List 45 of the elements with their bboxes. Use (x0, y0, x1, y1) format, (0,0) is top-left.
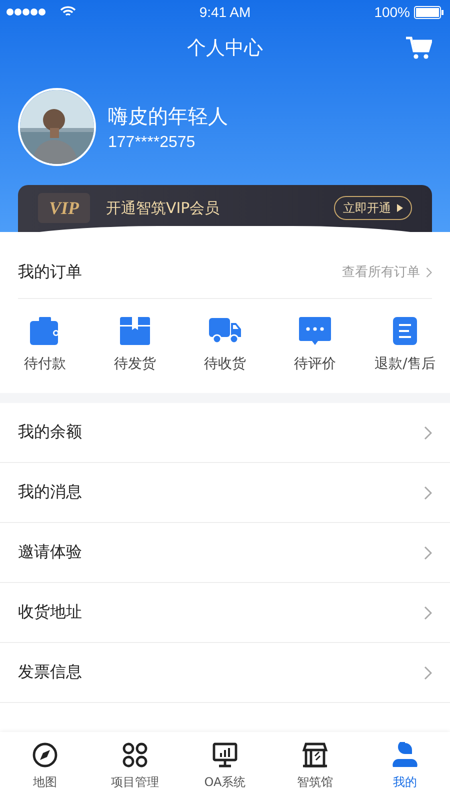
store-icon (302, 742, 328, 768)
play-arrow-icon (397, 204, 403, 212)
order-status-button[interactable]: 退款/售后 (365, 317, 445, 373)
vip-banner[interactable]: VIP 开通智筑VIP会员 立即开通 (18, 185, 432, 232)
chevron-right-icon (426, 266, 432, 278)
chevron-right-icon (424, 426, 432, 440)
order-status-button[interactable]: 待收货 (185, 317, 265, 373)
tab-item[interactable]: 智筑馆 (270, 742, 360, 790)
compass-icon (32, 742, 58, 768)
open-vip-button[interactable]: 立即开通 (334, 196, 412, 220)
cart-icon[interactable] (406, 36, 432, 60)
status-time: 9:41 AM (199, 4, 251, 20)
tab-item[interactable]: 我的 (360, 742, 450, 790)
menu-item[interactable]: 邀请体验 (0, 523, 450, 583)
tab-item[interactable]: OA系统 (180, 742, 270, 790)
page-title: 个人中心 (187, 36, 263, 61)
chevron-right-icon (424, 666, 432, 680)
truck-icon (209, 318, 241, 344)
chevron-right-icon (424, 486, 432, 500)
section-title: 我的订单 (18, 262, 82, 282)
user-name: 嗨皮的年轻人 (108, 102, 228, 130)
phone-number: 177****2575 (108, 134, 196, 152)
vip-badge: VIP (38, 193, 90, 223)
box-icon (120, 317, 150, 345)
order-status-button[interactable]: 待付款 (5, 317, 85, 373)
menu-item[interactable]: 我的消息 (0, 463, 450, 523)
battery-level: 100% (374, 4, 410, 20)
order-status-button[interactable]: 待评价 (275, 317, 355, 373)
battery-icon (414, 6, 444, 18)
vip-promo-text: 开通智筑VIP会员 (106, 198, 221, 219)
menu-item[interactable]: 发票信息 (0, 643, 450, 703)
comment-icon (299, 317, 331, 345)
wifi-icon (60, 6, 76, 18)
wallet-icon (30, 317, 60, 345)
order-status-button[interactable]: 待发货 (95, 317, 175, 373)
grid-icon (122, 742, 148, 768)
tab-item[interactable]: 地图 (0, 742, 90, 790)
monitor-chart-icon (212, 742, 238, 768)
menu-item[interactable]: 我的余额 (0, 403, 450, 463)
chevron-right-icon (424, 546, 432, 560)
menu-item[interactable]: 收货地址 (0, 583, 450, 643)
document-icon (393, 317, 417, 345)
chevron-right-icon (424, 606, 432, 620)
person-icon (392, 742, 418, 768)
tab-item[interactable]: 项目管理 (90, 742, 180, 790)
